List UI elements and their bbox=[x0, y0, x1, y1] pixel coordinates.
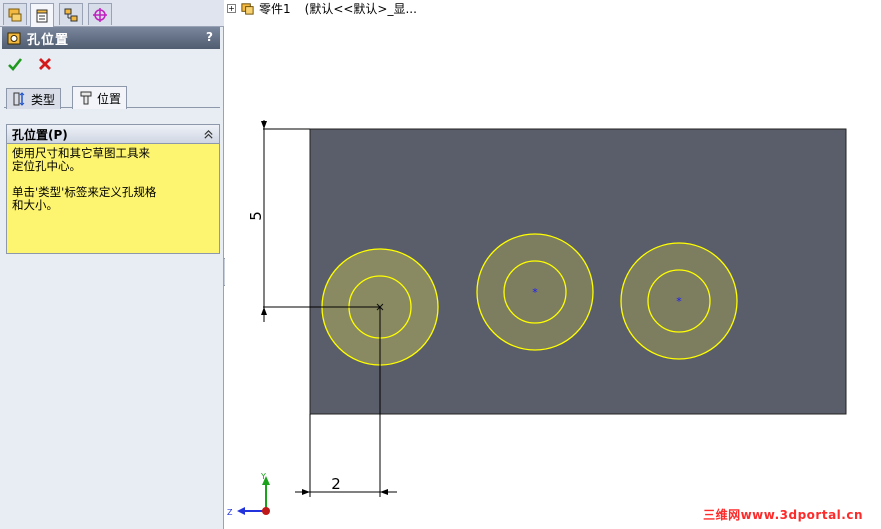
graphics-area[interactable]: * * 5 2 Y Z + 零件1 (默认<<默认>_显... 三维网www.3… bbox=[225, 0, 881, 529]
x-icon bbox=[39, 58, 51, 70]
cancel-button[interactable] bbox=[36, 55, 54, 73]
tab-type[interactable]: 类型 bbox=[6, 88, 62, 109]
message-line-1: 使用尺寸和其它草图工具来 定位孔中心。 bbox=[12, 146, 150, 173]
hole-subtabs: 类型 位置 bbox=[4, 86, 220, 109]
svg-text:*: * bbox=[532, 286, 538, 299]
dimension-value-vertical[interactable]: 5 bbox=[247, 211, 265, 221]
hole-position-group: 孔位置(P) 使用尺寸和其它草图工具来 定位孔中心。 单击'类型'标签来定义孔规… bbox=[6, 124, 220, 254]
feature-manager-icon bbox=[8, 8, 22, 21]
part-config: (默认<<默认>_显... bbox=[304, 1, 417, 16]
check-icon bbox=[8, 58, 23, 71]
dimxpert-icon bbox=[93, 7, 107, 22]
svg-text:*: * bbox=[676, 295, 682, 308]
help-button[interactable]: ? bbox=[206, 30, 213, 44]
group-header[interactable]: 孔位置(P) bbox=[7, 125, 219, 144]
dimxpert-tab[interactable] bbox=[88, 3, 112, 25]
site-watermark: 三维网www.3dportal.cn bbox=[703, 508, 863, 522]
property-manager-icon bbox=[36, 9, 48, 22]
configuration-manager-tab[interactable] bbox=[59, 3, 83, 25]
hole-2[interactable]: * bbox=[476, 233, 594, 351]
group-message: 使用尺寸和其它草图工具来 定位孔中心。 单击'类型'标签来定义孔规格 和大小。 bbox=[7, 144, 219, 253]
property-manager-panel: 孔位置 ? 类型 位置 孔位置(P) 使用尺寸和其它草图工具来 定位孔中心。 单… bbox=[0, 0, 224, 529]
ok-cancel-row bbox=[6, 54, 54, 74]
expand-toggle[interactable]: + bbox=[227, 3, 236, 13]
tab-type-label: 类型 bbox=[31, 92, 56, 107]
sketch-canvas[interactable]: * * 5 2 Y Z bbox=[225, 0, 881, 529]
feature-manager-tab[interactable] bbox=[3, 3, 27, 25]
group-title: 孔位置(P) bbox=[12, 127, 68, 142]
hole-type-icon bbox=[13, 92, 25, 106]
hole-position-icon bbox=[80, 91, 92, 105]
manager-tabstrip bbox=[0, 0, 224, 27]
part-icon bbox=[241, 2, 254, 15]
configuration-manager-icon bbox=[64, 8, 78, 21]
triad-z-label: Z bbox=[227, 508, 233, 517]
message-line-2: 单击'类型'标签来定义孔规格 和大小。 bbox=[12, 185, 157, 212]
triad-y-label: Y bbox=[260, 472, 266, 481]
feature-tree-flyout[interactable]: + 零件1 (默认<<默认>_显... bbox=[227, 0, 417, 16]
panel-title: 孔位置 bbox=[27, 32, 70, 48]
ok-button[interactable] bbox=[6, 55, 24, 73]
tab-position[interactable]: 位置 bbox=[72, 86, 128, 109]
reference-triad: Y Z bbox=[227, 472, 270, 517]
property-manager-titlebar: 孔位置 ? bbox=[2, 27, 220, 49]
part-name: 零件1 bbox=[259, 1, 291, 16]
tab-position-label: 位置 bbox=[97, 91, 122, 106]
hole-wizard-icon bbox=[7, 32, 21, 45]
collapse-button[interactable] bbox=[201, 127, 215, 141]
property-manager-tab[interactable] bbox=[30, 3, 54, 27]
hole-3[interactable]: * bbox=[620, 242, 738, 360]
double-chevron-up-icon bbox=[203, 129, 213, 139]
dimension-value-horizontal[interactable]: 2 bbox=[331, 475, 341, 493]
